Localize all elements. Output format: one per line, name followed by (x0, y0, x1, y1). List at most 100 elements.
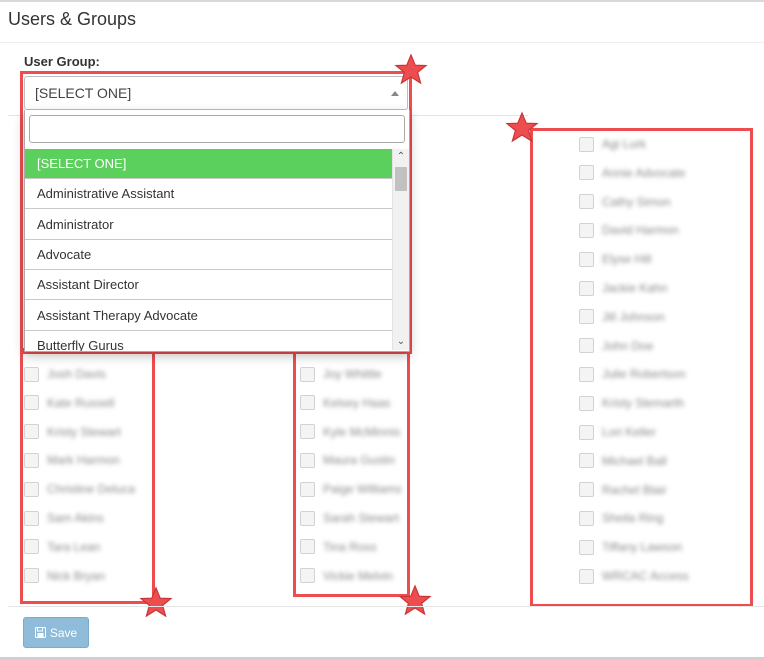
user-checkbox-row[interactable]: Kelsey Haas (300, 393, 390, 413)
user-checkbox-row[interactable]: Kristy Stewart (24, 422, 121, 442)
user-checkbox-row[interactable]: Jill Johnson (579, 307, 665, 327)
user-checkbox-row[interactable]: Christine Deluca (24, 479, 135, 499)
user-checkbox-row[interactable]: Kyle McMinnis (300, 422, 400, 442)
dropdown-search-input[interactable] (29, 115, 405, 143)
user-checkbox-row[interactable]: Nick Bryan (24, 566, 105, 586)
user-checkbox-row[interactable]: Josh Davis (24, 364, 106, 384)
user-checkbox[interactable] (579, 366, 594, 382)
user-checkbox[interactable] (24, 510, 39, 526)
user-name: Kristy Stemarth (602, 396, 685, 411)
user-checkbox[interactable] (579, 453, 594, 469)
dropdown-scrollbar[interactable]: ⌃ ⌄ (392, 149, 409, 350)
user-checkbox-row[interactable]: Tara Lean (24, 537, 100, 557)
user-checkbox[interactable] (24, 539, 39, 555)
star-icon (505, 111, 539, 145)
user-name: Kristy Stewart (47, 424, 122, 439)
user-checkbox-row[interactable]: Tiffany Lawson (579, 537, 682, 557)
user-checkbox[interactable] (579, 482, 594, 498)
user-checkbox-row[interactable]: Tina Ross (300, 537, 377, 557)
user-checkbox[interactable] (300, 539, 315, 555)
user-checkbox[interactable] (24, 452, 39, 468)
user-checkbox-row[interactable]: WRCAC Access (579, 566, 689, 586)
user-name: Joy Whittle (323, 367, 382, 381)
dropdown-option[interactable]: Advocate (25, 239, 393, 270)
user-checkbox[interactable] (24, 424, 39, 440)
scrollbar-thumb[interactable] (395, 167, 407, 191)
user-checkbox-row[interactable]: Lori Keller (579, 422, 656, 442)
user-group-dropdown: [SELECT ONE] Administrative Assistant Admi… (24, 110, 410, 352)
user-checkbox[interactable] (24, 395, 39, 411)
user-checkbox[interactable] (579, 510, 594, 526)
user-checkbox-row[interactable]: Sheila Ring (579, 508, 663, 528)
user-checkbox-row[interactable]: Rachel Blair (579, 480, 667, 500)
caret-up-icon (391, 91, 399, 96)
user-checkbox[interactable] (300, 481, 315, 497)
user-checkbox[interactable] (579, 338, 594, 354)
user-checkbox-row[interactable]: Jackie Kahn (579, 278, 667, 298)
user-checkbox-row[interactable]: Julie Robertson (579, 364, 685, 384)
user-name: Elyse Hill (602, 252, 652, 267)
user-checkbox[interactable] (579, 194, 594, 210)
user-name: Annie Advocate (602, 165, 686, 180)
user-checkbox-row[interactable]: David Harmon (579, 220, 679, 240)
user-name: Christine Deluca (47, 482, 136, 497)
user-checkbox[interactable] (300, 452, 315, 468)
user-checkbox[interactable] (579, 280, 594, 296)
dropdown-option[interactable]: [SELECT ONE] (25, 149, 393, 179)
user-checkbox-row[interactable]: Joy Whittle (300, 364, 382, 384)
dropdown-option[interactable]: Administrator (25, 209, 393, 240)
user-group-select[interactable]: [SELECT ONE] (24, 76, 408, 110)
user-checkbox[interactable] (579, 222, 594, 238)
user-name: Michael Ball (602, 453, 667, 468)
page-header: Users & Groups (0, 2, 764, 43)
save-button[interactable]: Save (23, 617, 89, 648)
user-checkbox-row[interactable]: Maura Gustin (300, 450, 395, 470)
user-checkbox[interactable] (300, 568, 315, 584)
user-checkbox[interactable] (300, 424, 315, 440)
dropdown-option[interactable]: Administrative Assistant (25, 179, 393, 210)
user-checkbox-row[interactable]: Vickie Melvin (300, 566, 393, 586)
user-checkbox-row[interactable]: Kristy Stemarth (579, 393, 684, 413)
user-name: Tiffany Lawson (602, 540, 683, 555)
user-checkbox[interactable] (579, 568, 594, 584)
user-checkbox-row[interactable]: John Doe (579, 336, 653, 356)
user-checkbox-row[interactable]: Kate Russell (24, 393, 114, 413)
user-checkbox-row[interactable]: Agi Lurk (579, 134, 646, 154)
user-checkbox-row[interactable]: Michael Ball (579, 451, 667, 471)
user-column-right: Agi Lurk Annie Advocate Cathy Simon David H… (579, 134, 749, 604)
user-name: Tina Ross (323, 539, 377, 554)
user-checkbox[interactable] (24, 568, 39, 584)
scroll-up-icon[interactable]: ⌃ (396, 151, 406, 163)
user-checkbox[interactable] (300, 395, 315, 411)
user-name: Julie Robertson (602, 367, 686, 382)
user-checkbox[interactable] (579, 136, 594, 152)
option-list: [SELECT ONE] Administrative Assistant Admi… (25, 149, 393, 351)
user-checkbox-row[interactable]: Cathy Simon (579, 192, 671, 212)
user-checkbox[interactable] (579, 251, 594, 267)
dropdown-option[interactable]: Assistant Director (25, 270, 393, 301)
scroll-down-icon[interactable]: ⌄ (396, 336, 406, 348)
user-checkbox[interactable] (24, 366, 39, 382)
user-checkbox-row[interactable]: Mark Harmon (24, 450, 120, 470)
user-checkbox-row[interactable]: Sarah Stewart (300, 508, 399, 528)
dropdown-option[interactable]: Assistant Therapy Advocate (25, 300, 393, 331)
user-checkbox[interactable] (579, 165, 594, 181)
user-checkbox[interactable] (579, 309, 594, 325)
star-icon (394, 53, 428, 87)
user-checkbox-row[interactable]: Paige Williams (300, 479, 402, 499)
dropdown-option[interactable]: Butterfly Gurus (25, 330, 393, 351)
user-checkbox-row[interactable]: Sam Akins (24, 508, 104, 528)
user-checkbox[interactable] (579, 424, 594, 440)
user-checkbox[interactable] (300, 510, 315, 526)
user-checkbox-row[interactable]: Annie Advocate (579, 163, 685, 183)
user-name: Rachel Blair (602, 482, 667, 497)
user-name: Sheila Ring (602, 511, 664, 526)
user-checkbox[interactable] (579, 395, 594, 411)
user-checkbox[interactable] (24, 481, 39, 497)
user-checkbox[interactable] (579, 539, 594, 555)
user-name: Kyle McMinnis (323, 424, 401, 439)
user-name: Sarah Stewart (323, 511, 400, 525)
user-checkbox-row[interactable]: Elyse Hill (579, 249, 651, 269)
user-name: Jackie Kahn (602, 281, 668, 295)
user-checkbox[interactable] (300, 366, 315, 382)
